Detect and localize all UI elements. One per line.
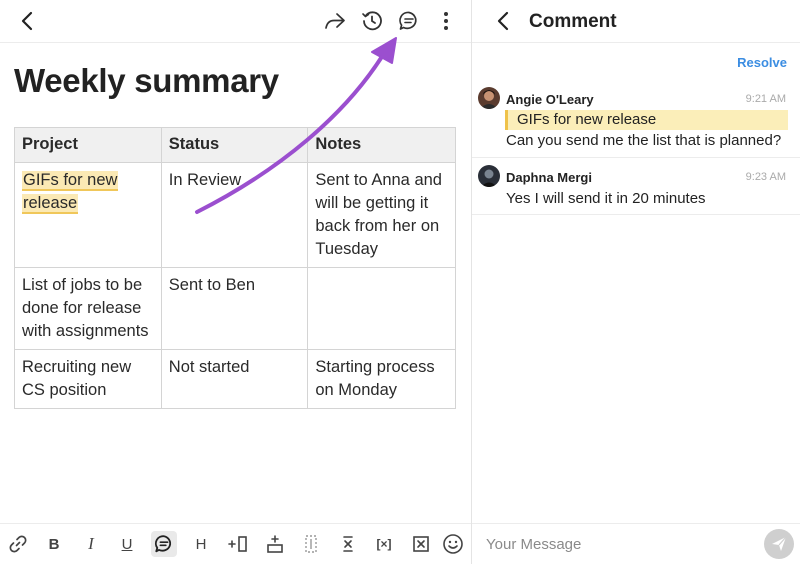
comment-time: 9:21 AM xyxy=(745,93,786,105)
comment-quote[interactable]: GIFs for new release xyxy=(505,110,788,130)
summary-table: Project Status Notes GIFs for new releas… xyxy=(14,127,456,409)
avatar xyxy=(478,87,500,109)
emoji-button[interactable] xyxy=(440,531,466,557)
insert-row-button[interactable] xyxy=(262,531,288,557)
table-row: Recruiting new CS position Not started S… xyxy=(14,349,456,409)
column-header-project[interactable]: Project xyxy=(14,127,162,163)
comments-back-button[interactable] xyxy=(490,8,516,34)
comments-header: Comment xyxy=(472,0,800,43)
delete-row-icon xyxy=(343,536,353,552)
share-icon xyxy=(325,13,345,29)
comment-text: Can you send me the list that is planned… xyxy=(506,132,782,149)
delete-column-icon xyxy=(305,535,317,553)
more-icon xyxy=(444,12,448,30)
document-pane: Weekly summary Project Status Notes GIFs… xyxy=(0,0,471,564)
insert-column-icon xyxy=(228,536,247,552)
underline-button[interactable]: U xyxy=(114,531,140,557)
table-row: List of jobs to be done for release with… xyxy=(14,267,456,350)
bold-button[interactable]: B xyxy=(41,531,67,557)
delete-table-button[interactable] xyxy=(408,531,434,557)
delete-row-button[interactable] xyxy=(335,531,361,557)
history-icon xyxy=(362,11,382,31)
comments-button[interactable] xyxy=(394,6,424,36)
heading-button[interactable]: H xyxy=(188,531,214,557)
share-button[interactable] xyxy=(320,6,350,36)
back-button[interactable] xyxy=(12,6,42,36)
comment-time: 9:23 AM xyxy=(745,171,786,183)
comment-item: Angie O'Leary 9:21 AM GIFs for new relea… xyxy=(472,86,800,156)
delete-table-icon xyxy=(413,536,429,552)
history-button[interactable] xyxy=(357,6,387,36)
table-cell[interactable]: List of jobs to be done for release with… xyxy=(14,267,162,350)
emoji-icon xyxy=(443,534,463,554)
comment-author: Daphna Mergi xyxy=(506,170,592,185)
comment-divider xyxy=(472,214,800,215)
back-icon xyxy=(21,11,33,31)
column-header-notes[interactable]: Notes xyxy=(307,127,456,163)
table-cell[interactable]: GIFs for new release xyxy=(14,162,162,268)
table-cell[interactable]: Starting process on Monday xyxy=(307,349,456,409)
table-cell[interactable] xyxy=(307,267,456,350)
commented-highlight[interactable]: GIFs for new release xyxy=(22,171,119,214)
table-header-row: Project Status Notes xyxy=(14,127,456,163)
table-cell[interactable]: Sent to Anna and will be getting it back… xyxy=(307,162,456,268)
italic-button[interactable]: I xyxy=(78,531,104,557)
insert-row-icon xyxy=(267,535,283,553)
comments-pane: Comment Resolve Angie O'Leary 9:21 AM GI… xyxy=(472,0,800,564)
table-cell[interactable]: Recruiting new CS position xyxy=(14,349,162,409)
table-row: GIFs for new release In Review Sent to A… xyxy=(14,162,456,268)
comment-icon xyxy=(154,535,172,553)
comments-title: Comment xyxy=(529,11,617,32)
table-cell[interactable]: Sent to Ben xyxy=(160,267,309,350)
resolve-button[interactable]: Resolve xyxy=(737,55,787,70)
comment-divider xyxy=(472,157,800,158)
delete-column-button[interactable] xyxy=(298,531,324,557)
link-button[interactable] xyxy=(5,531,31,557)
avatar xyxy=(478,165,500,187)
comment-tool-button[interactable] xyxy=(151,531,177,557)
table-cell[interactable]: In Review xyxy=(160,162,309,268)
document-title[interactable]: Weekly summary xyxy=(14,62,279,100)
message-input[interactable] xyxy=(486,532,756,556)
comment-text: Yes I will send it in 20 minutes xyxy=(506,190,706,207)
link-icon xyxy=(9,535,27,553)
message-composer xyxy=(472,523,800,564)
back-icon xyxy=(497,11,509,31)
insert-column-button[interactable] xyxy=(225,531,251,557)
send-icon xyxy=(772,536,787,551)
comment-author: Angie O'Leary xyxy=(506,92,594,107)
comment-item: Daphna Mergi 9:23 AM Yes I will send it … xyxy=(472,164,800,214)
more-button[interactable] xyxy=(431,6,461,36)
variable-button[interactable]: [×] xyxy=(371,531,397,557)
formatting-toolbar: B I U H [×] xyxy=(0,523,471,564)
table-cell[interactable]: Not started xyxy=(160,349,309,409)
column-header-status[interactable]: Status xyxy=(160,127,309,163)
send-button[interactable] xyxy=(764,529,794,559)
comment-icon xyxy=(399,11,417,30)
document-toolbar-top xyxy=(0,0,471,43)
